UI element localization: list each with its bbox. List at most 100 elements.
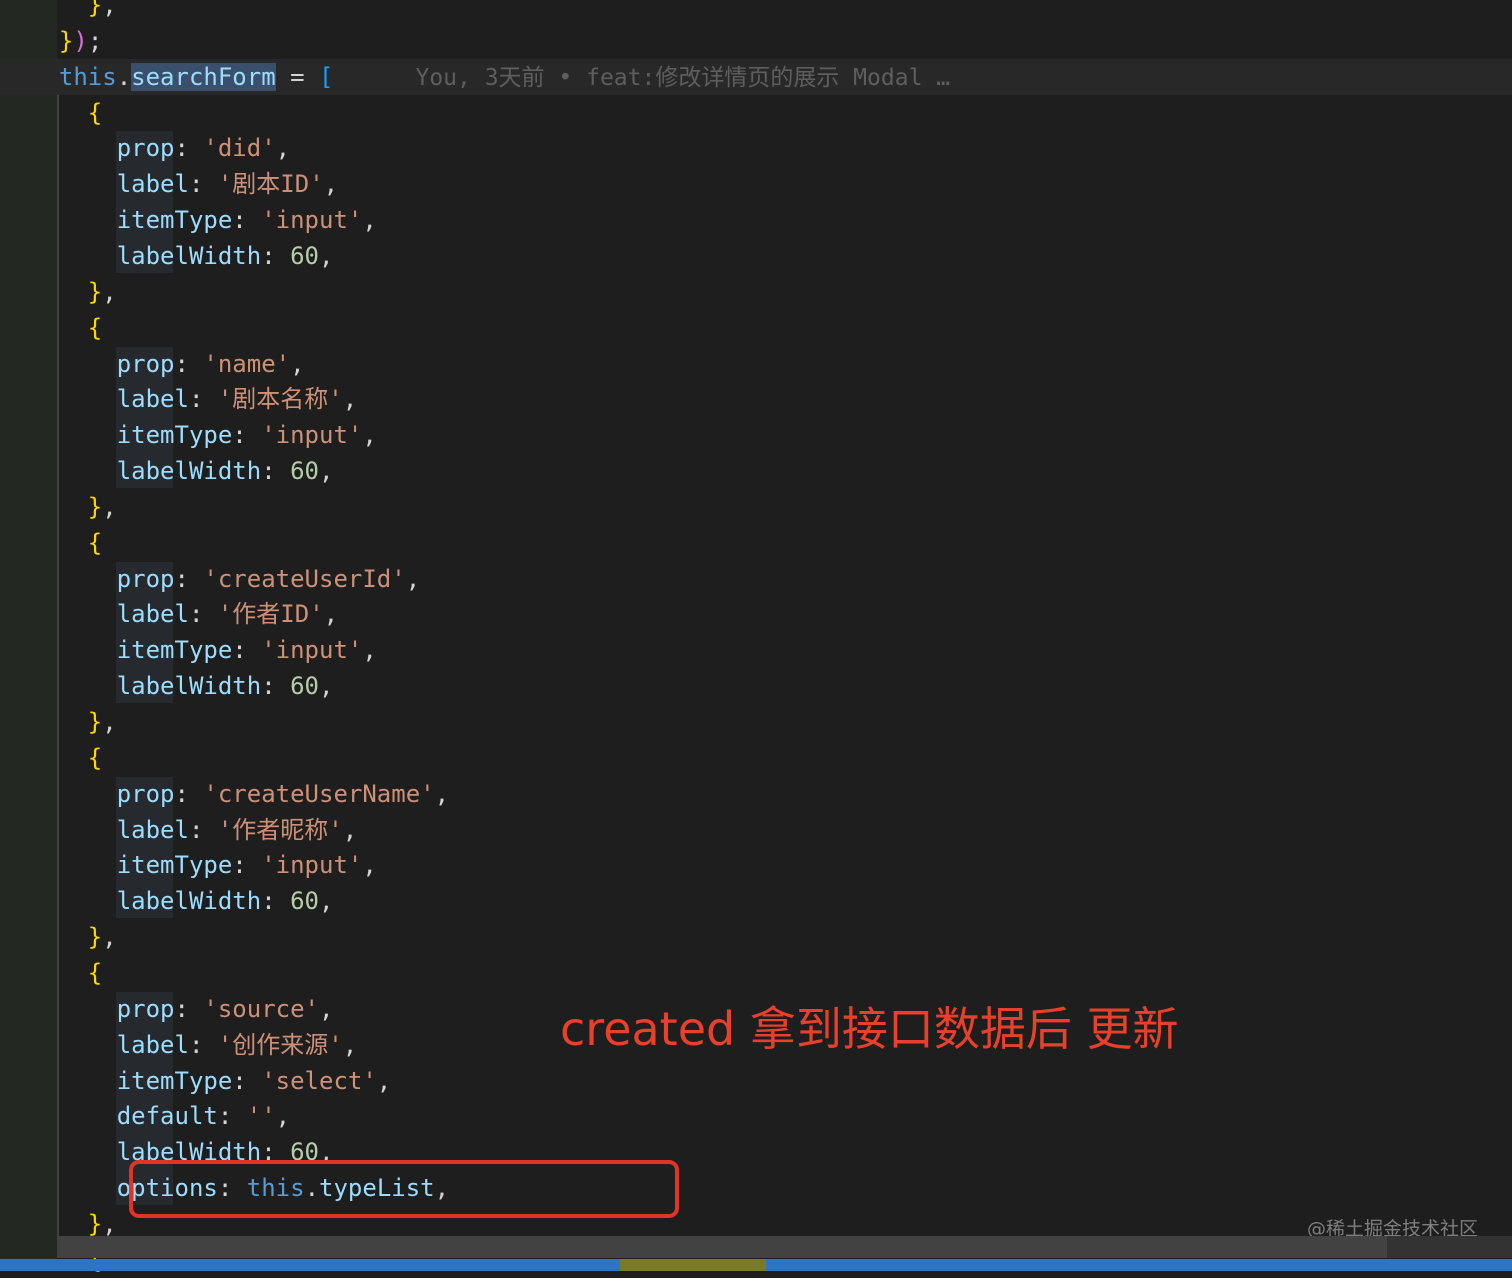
code-line[interactable]: label: '剧本ID', — [0, 166, 1512, 202]
code-line[interactable]: labelWidth: 60, — [0, 453, 1512, 489]
code-token: prop — [116, 994, 175, 1023]
code-token: 60 — [290, 457, 320, 486]
code-line[interactable]: }); — [0, 23, 1512, 59]
code-token: } — [87, 0, 103, 19]
code-token: itemType — [116, 1066, 233, 1095]
code-line[interactable]: { — [0, 525, 1512, 561]
code-editor[interactable]: }, }); this.searchForm = [You, 3天前 • fea… — [0, 0, 1512, 1274]
code-token: : — [261, 241, 291, 270]
code-token: prop — [116, 779, 175, 808]
code-line[interactable]: itemType: 'input', — [0, 417, 1512, 453]
code-token: : — [217, 1102, 247, 1131]
code-token: , — [319, 994, 334, 1023]
code-line[interactable]: { — [0, 740, 1512, 776]
code-token: : — [174, 994, 204, 1023]
code-line[interactable]: prop: 'createUserName', — [0, 776, 1512, 812]
code-token: { — [87, 528, 103, 557]
code-line[interactable]: { — [0, 310, 1512, 346]
code-line[interactable]: itemType: 'input', — [0, 632, 1512, 668]
code-line[interactable]: { — [0, 955, 1512, 991]
code-token: } — [87, 277, 103, 306]
code-line[interactable]: }, — [0, 489, 1512, 525]
code-token: : — [174, 779, 204, 808]
code-token: , — [362, 636, 377, 665]
code-line[interactable]: }, — [0, 704, 1512, 740]
code-token: : — [188, 170, 218, 199]
code-line[interactable]: this.searchForm = [You, 3天前 • feat:修改详情页… — [0, 58, 1512, 95]
code-token: '创作来源' — [217, 1030, 343, 1059]
code-token: labelWidth — [116, 887, 262, 916]
code-token: : — [188, 815, 218, 844]
code-line[interactable]: prop: 'did', — [0, 130, 1512, 166]
code-token: 'createUserId' — [203, 564, 406, 593]
code-line[interactable]: }, — [0, 274, 1512, 310]
code-token: , — [362, 421, 377, 450]
code-token: , — [362, 206, 377, 235]
code-token: } — [87, 1209, 103, 1238]
horizontal-scrollbar-thumb[interactable] — [57, 1236, 1387, 1258]
code-token: , — [319, 887, 334, 916]
code-token: [ — [319, 62, 334, 91]
code-token: } — [58, 26, 74, 55]
code-token: 'createUserName' — [203, 779, 435, 808]
code-line[interactable]: prop: 'createUserId', — [0, 561, 1512, 597]
code-token: 'select' — [261, 1066, 377, 1095]
code-line[interactable]: label: '作者昵称', — [0, 812, 1512, 848]
code-line[interactable]: itemType: 'input', — [0, 202, 1512, 238]
code-line[interactable]: }, — [0, 0, 1512, 23]
code-token: } — [87, 492, 103, 521]
code-token: 'did' — [203, 134, 276, 163]
code-token: : — [188, 385, 218, 414]
code-token: label — [116, 600, 189, 629]
code-line[interactable]: labelWidth: 60, — [0, 668, 1512, 704]
code-token: , — [275, 134, 291, 163]
code-token: } — [87, 923, 103, 952]
code-line[interactable]: label: '作者ID', — [0, 596, 1512, 632]
code-token: prop — [116, 564, 175, 593]
code-token: , — [102, 708, 117, 736]
code-token: , — [342, 815, 358, 844]
code-token: label — [116, 815, 189, 844]
code-token: : — [232, 636, 262, 665]
code-line[interactable]: labelWidth: 60, — [0, 883, 1512, 919]
horizontal-scrollbar-track[interactable] — [1387, 1236, 1512, 1258]
code-token: : — [232, 206, 262, 235]
code-line[interactable]: itemType: 'input', — [0, 847, 1512, 883]
status-bar-item[interactable] — [620, 1259, 766, 1271]
code-token: , — [319, 672, 334, 701]
code-token: this — [58, 62, 117, 91]
code-token: , — [362, 851, 377, 880]
code-token: ; — [87, 26, 103, 55]
code-line[interactable]: default: '', — [0, 1098, 1512, 1134]
code-line[interactable]: { — [0, 95, 1512, 131]
code-token: labelWidth — [116, 672, 262, 701]
code-line[interactable]: label: '剧本名称', — [0, 381, 1512, 417]
code-token: : — [261, 457, 291, 486]
code-line[interactable]: prop: 'name', — [0, 346, 1512, 382]
code-token: , — [290, 349, 305, 378]
code-token: searchForm — [131, 62, 276, 91]
code-token: '剧本名称' — [217, 385, 343, 414]
code-line[interactable]: labelWidth: 60, — [0, 238, 1512, 274]
code-line[interactable]: }, — [0, 919, 1512, 955]
code-token: = — [275, 62, 320, 91]
code-line[interactable]: itemType: 'select', — [0, 1063, 1512, 1099]
code-token: { — [87, 313, 103, 342]
